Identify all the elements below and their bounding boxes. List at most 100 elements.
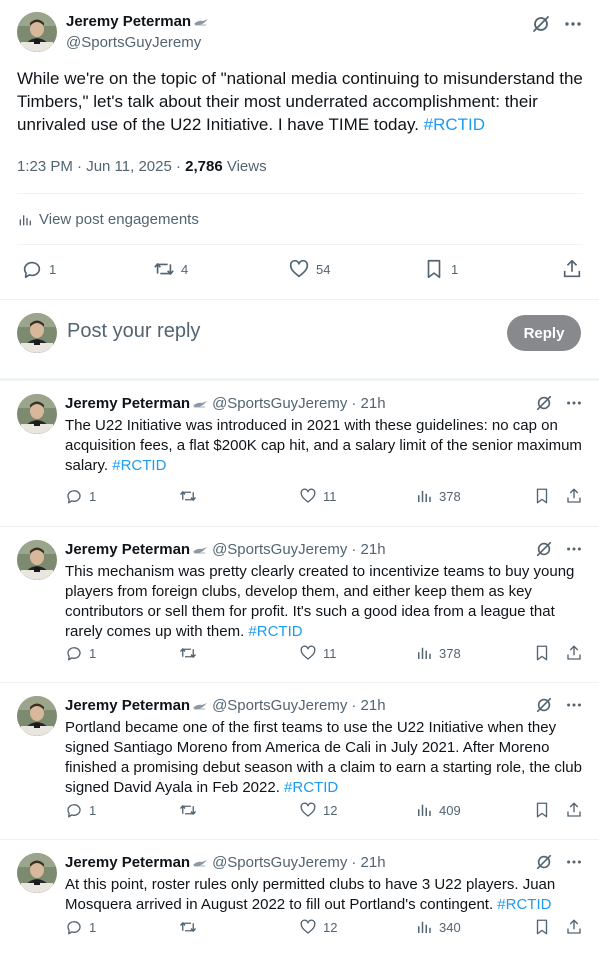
- grok-icon[interactable]: [535, 540, 553, 558]
- post-actions: 1 4 54 1: [17, 258, 583, 284]
- avatar[interactable]: [17, 696, 57, 736]
- hashtag-link[interactable]: #RCTID: [424, 115, 485, 134]
- bookmark-button[interactable]: [533, 644, 551, 662]
- bird-icon: [192, 700, 208, 712]
- repost-icon: [179, 801, 197, 819]
- avatar[interactable]: [17, 540, 57, 580]
- author-name[interactable]: Jeremy Peterman: [65, 541, 190, 558]
- divider: [17, 193, 583, 194]
- reply-text-body: At this point, roster rules only permitt…: [65, 876, 556, 913]
- author-handle[interactable]: @SportsGuyJeremy: [66, 34, 201, 51]
- author-name[interactable]: Jeremy Peterman: [65, 854, 190, 871]
- reply-top-actions: [535, 540, 583, 558]
- reply-button[interactable]: 1: [65, 801, 96, 819]
- reply-actions: 1 12 340: [65, 918, 583, 938]
- grok-icon[interactable]: [531, 14, 551, 34]
- hashtag-link[interactable]: #RCTID: [112, 457, 166, 474]
- like-button[interactable]: 11: [299, 644, 337, 662]
- repost-button[interactable]: [179, 918, 197, 936]
- repost-count: 4: [181, 261, 189, 277]
- bookmark-button[interactable]: [533, 487, 551, 505]
- views-icon: [415, 918, 433, 936]
- views-button[interactable]: 340: [415, 918, 461, 936]
- share-button[interactable]: [565, 644, 583, 662]
- more-icon[interactable]: [565, 394, 583, 412]
- views-button[interactable]: 378: [415, 644, 461, 662]
- like-count: 12: [323, 919, 338, 935]
- reply-button[interactable]: 1: [65, 644, 96, 662]
- repost-icon: [179, 644, 197, 662]
- reply-time[interactable]: · 21h: [351, 541, 385, 558]
- repost-button[interactable]: 4: [153, 258, 188, 280]
- author-name[interactable]: Jeremy Peterman: [66, 13, 191, 30]
- reply-time[interactable]: · 21h: [351, 854, 385, 871]
- view-engagements-link[interactable]: View post engagements: [17, 211, 199, 228]
- more-icon[interactable]: [565, 540, 583, 558]
- author-handle[interactable]: @SportsGuyJeremy: [212, 697, 347, 714]
- reply-header: Jeremy Peterman @SportsGuyJeremy · 21h: [65, 541, 386, 558]
- bookmark-icon: [423, 258, 445, 280]
- grok-icon[interactable]: [535, 853, 553, 871]
- reply-header: Jeremy Peterman @SportsGuyJeremy · 21h: [65, 854, 386, 871]
- like-count: 11: [323, 645, 337, 661]
- author-name-row[interactable]: Jeremy Peterman: [66, 13, 209, 30]
- author-name[interactable]: Jeremy Peterman: [65, 395, 190, 412]
- share-button[interactable]: [565, 918, 583, 936]
- like-count: 54: [316, 261, 331, 277]
- bookmark-button[interactable]: 1: [423, 258, 458, 280]
- share-button[interactable]: [561, 258, 583, 280]
- bookmark-icon: [533, 801, 551, 819]
- thread-reply[interactable]: Jeremy Peterman @SportsGuyJeremy · 21h T…: [0, 527, 599, 683]
- grok-icon[interactable]: [535, 696, 553, 714]
- reply-time[interactable]: · 21h: [351, 697, 385, 714]
- reply-time[interactable]: · 21h: [351, 395, 385, 412]
- author-handle[interactable]: @SportsGuyJeremy: [212, 541, 347, 558]
- repost-button[interactable]: [179, 487, 197, 505]
- avatar[interactable]: [17, 394, 57, 434]
- thread-reply[interactable]: Jeremy Peterman @SportsGuyJeremy · 21h T…: [0, 381, 599, 527]
- like-button[interactable]: 12: [299, 918, 337, 936]
- more-icon[interactable]: [565, 853, 583, 871]
- hashtag-link[interactable]: #RCTID: [284, 779, 338, 796]
- thread-reply[interactable]: Jeremy Peterman @SportsGuyJeremy · 21h A…: [0, 840, 599, 956]
- reply-input[interactable]: Post your reply: [67, 320, 200, 343]
- share-icon: [565, 644, 583, 662]
- hashtag-link[interactable]: #RCTID: [497, 896, 551, 913]
- like-button[interactable]: 12: [299, 801, 337, 819]
- repost-icon: [179, 918, 197, 936]
- author-handle[interactable]: @SportsGuyJeremy: [212, 854, 347, 871]
- grok-icon[interactable]: [535, 394, 553, 412]
- heart-icon: [299, 918, 317, 936]
- like-button[interactable]: 54: [288, 258, 330, 280]
- more-icon[interactable]: [565, 696, 583, 714]
- bookmark-button[interactable]: [533, 918, 551, 936]
- heart-icon: [299, 801, 317, 819]
- like-button[interactable]: 11: [299, 487, 337, 505]
- more-icon[interactable]: [563, 14, 583, 34]
- reply-count: 1: [89, 645, 97, 661]
- author-name[interactable]: Jeremy Peterman: [65, 697, 190, 714]
- share-button[interactable]: [565, 487, 583, 505]
- views-button[interactable]: 409: [415, 801, 461, 819]
- reply-button[interactable]: 1: [65, 487, 96, 505]
- submit-reply-button[interactable]: Reply: [507, 315, 581, 351]
- bookmark-button[interactable]: [533, 801, 551, 819]
- avatar[interactable]: [17, 853, 57, 893]
- reply-button[interactable]: 1: [65, 918, 96, 936]
- repost-button[interactable]: [179, 801, 197, 819]
- reply-icon: [65, 801, 83, 819]
- views-icon: [415, 644, 433, 662]
- views-label: Views: [222, 158, 267, 175]
- post-timestamp[interactable]: 1:23 PM · Jun 11, 2025 ·: [17, 158, 185, 175]
- thread-reply[interactable]: Jeremy Peterman @SportsGuyJeremy · 21h P…: [0, 683, 599, 840]
- share-button[interactable]: [565, 801, 583, 819]
- reply-button[interactable]: 1: [21, 258, 56, 280]
- avatar[interactable]: [17, 12, 57, 52]
- views-button[interactable]: 378: [415, 487, 461, 505]
- repost-button[interactable]: [179, 644, 197, 662]
- share-icon: [565, 918, 583, 936]
- views-count: 378: [439, 645, 461, 661]
- avatar[interactable]: [17, 313, 57, 353]
- author-handle[interactable]: @SportsGuyJeremy: [212, 395, 347, 412]
- hashtag-link[interactable]: #RCTID: [248, 623, 302, 640]
